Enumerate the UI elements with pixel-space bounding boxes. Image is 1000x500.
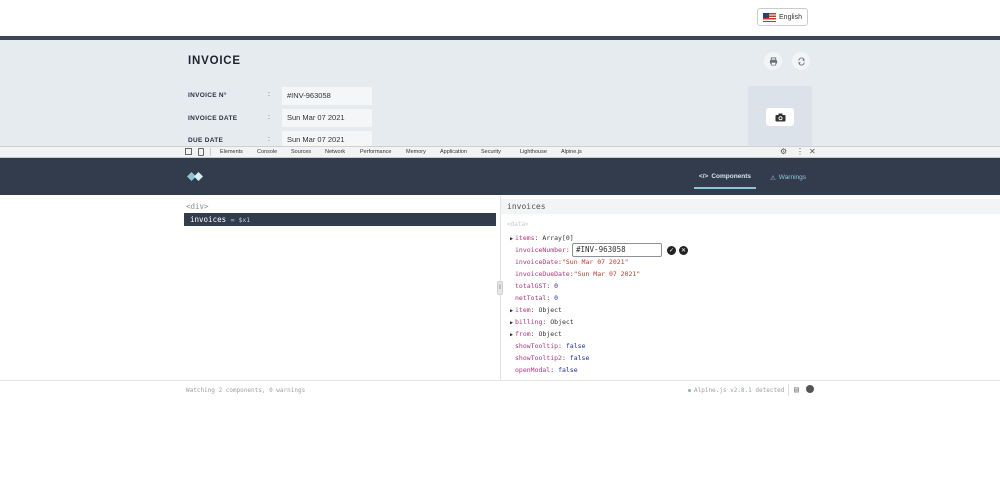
device-toolbar-icon[interactable]	[198, 148, 204, 156]
property-key[interactable]: billing	[515, 318, 542, 326]
property-row-item[interactable]: ▶ item: Object	[510, 305, 562, 315]
devtools-tabbar: Elements Console Sources Network Perform…	[0, 146, 1000, 159]
property-separator: :	[558, 342, 566, 350]
property-key[interactable]: openModal	[515, 366, 550, 374]
property-key[interactable]: from	[515, 330, 531, 338]
property-key[interactable]: showTooltip2	[515, 354, 562, 362]
property-key[interactable]: invoiceDueDate	[515, 270, 570, 278]
alpine-devtools-header: </> Components ⚠ Warnings	[0, 158, 1000, 195]
components-tab[interactable]: </> Components	[694, 166, 756, 189]
tab-application[interactable]: Application	[440, 147, 467, 158]
property-value[interactable]: false	[570, 354, 590, 362]
property-key[interactable]: totalGST	[515, 282, 546, 290]
inspect-element-icon[interactable]	[185, 148, 192, 155]
tab-divider	[210, 148, 211, 156]
due-date-label: DUE DATE	[188, 137, 224, 144]
footer-divider	[788, 384, 789, 396]
invoice-title: INVOICE	[188, 55, 241, 67]
warning-icon: ⚠	[769, 174, 776, 182]
alpine-logo-icon	[187, 172, 203, 181]
version-status: Alpine.js v2.8.1 detected	[694, 387, 785, 394]
property-separator: :	[546, 294, 555, 302]
tab-sources[interactable]: Sources	[291, 147, 311, 158]
property-row-netTotal: netTotal: 0	[510, 293, 558, 303]
data-section-label: <data>	[507, 221, 529, 228]
watching-status: Watching 2 components, 0 warnings	[186, 387, 306, 394]
property-value[interactable]: "Sun Mar 07 2021"	[562, 258, 629, 266]
property-separator: :	[561, 354, 570, 362]
property-key[interactable]: netTotal	[515, 294, 546, 302]
property-key[interactable]: showTooltip	[515, 342, 558, 350]
tab-lighthouse[interactable]: Lighthouse	[520, 147, 547, 158]
invoice-date-label: INVOICE DATE	[188, 115, 238, 122]
property-key[interactable]: items	[515, 234, 535, 242]
property-row-openModal: openModal: false	[510, 365, 578, 375]
property-value[interactable]: Object	[538, 330, 561, 338]
property-value[interactable]: "Sun Mar 07 2021"	[574, 270, 641, 278]
tab-memory[interactable]: Memory	[406, 147, 426, 158]
tree-node-invoices-selected[interactable]: invoices = $x1	[184, 213, 496, 226]
tree-node-label: invoices	[190, 215, 227, 224]
property-row-invoiceDueDate: invoiceDueDate:"Sun Mar 07 2021"	[510, 269, 640, 279]
property-separator: :	[550, 366, 559, 374]
property-row-totalGST: totalGST: 0	[510, 281, 558, 291]
colon: :	[268, 114, 270, 121]
property-key[interactable]: invoiceNumber	[515, 246, 566, 254]
docs-icon[interactable]: ▤	[794, 385, 799, 394]
splitter-handle[interactable]: ‖	[497, 281, 503, 295]
code-icon: </>	[698, 173, 709, 180]
refresh-icon[interactable]	[792, 52, 810, 70]
property-row-from[interactable]: ▶ from: Object	[510, 329, 562, 339]
property-key[interactable]: invoiceDate	[515, 258, 558, 266]
property-value[interactable]: Object	[538, 306, 561, 314]
warnings-tab-label: Warnings	[778, 174, 807, 181]
invoice-number-field[interactable]: #INV-963058	[282, 87, 372, 105]
tab-performance[interactable]: Performance	[360, 147, 392, 158]
warnings-tab[interactable]: ⚠ Warnings	[764, 166, 812, 189]
close-devtools-icon[interactable]: ✕	[809, 147, 816, 157]
property-row-billing[interactable]: ▶ billing: Object	[510, 317, 574, 327]
invoice-number-label: INVOICE N°	[188, 92, 227, 99]
tab-elements[interactable]: Elements	[220, 147, 243, 158]
property-row-showTooltip: showTooltip: false	[510, 341, 585, 351]
invoice-date-field[interactable]: Sun Mar 07 2021	[282, 109, 372, 127]
confirm-edit-icon[interactable]: ✓	[667, 246, 676, 255]
language-label: English	[779, 13, 802, 21]
invoice-page: INVOICE INVOICE N° : #INV-963058 INVOICE…	[0, 40, 1000, 146]
component-panel-title: invoices	[501, 199, 1000, 214]
tab-security[interactable]: Security	[481, 147, 501, 158]
property-row-showTooltip2: showTooltip2: false	[510, 353, 589, 363]
colon: :	[268, 136, 270, 143]
language-button[interactable]: English	[757, 8, 808, 26]
us-flag-icon	[763, 12, 777, 22]
settings-gear-icon[interactable]: ⚙	[780, 147, 787, 157]
property-row-invoiceNumber: invoiceNumber:	[510, 245, 570, 255]
due-date-field[interactable]: Sun Mar 07 2021	[282, 131, 372, 146]
property-value[interactable]: false	[566, 342, 586, 350]
property-separator: :	[565, 246, 570, 254]
property-value[interactable]: 0	[554, 282, 558, 290]
property-separator: :	[546, 282, 555, 290]
components-tab-label: Components	[711, 173, 752, 180]
property-row-items[interactable]: ▶ items: Array[0]	[510, 233, 574, 243]
cancel-edit-icon[interactable]: ✕	[679, 246, 688, 255]
more-options-icon[interactable]: ⋮	[796, 147, 804, 157]
tab-console[interactable]: Console	[257, 147, 277, 158]
print-icon[interactable]	[764, 52, 782, 70]
colon: :	[268, 91, 270, 98]
camera-icon[interactable]	[766, 108, 794, 126]
property-value[interactable]: 0	[554, 294, 558, 302]
tree-node-ref: = $x1	[230, 216, 251, 224]
tab-network[interactable]: Network	[325, 147, 345, 158]
property-value[interactable]: false	[558, 366, 578, 374]
github-icon[interactable]	[806, 385, 814, 393]
property-value[interactable]: Object	[550, 318, 573, 326]
property-row-invoiceDate: invoiceDate:"Sun Mar 07 2021"	[510, 257, 629, 267]
status-dot	[688, 389, 691, 392]
property-value[interactable]: Array[0]	[542, 234, 573, 242]
invoice-number-edit-input[interactable]: #INV-963058	[572, 243, 662, 257]
devtools-footer: Watching 2 components, 0 warnings Alpine…	[0, 380, 1000, 400]
property-key[interactable]: item	[515, 306, 531, 314]
tree-node-div[interactable]: <div>	[186, 202, 209, 211]
